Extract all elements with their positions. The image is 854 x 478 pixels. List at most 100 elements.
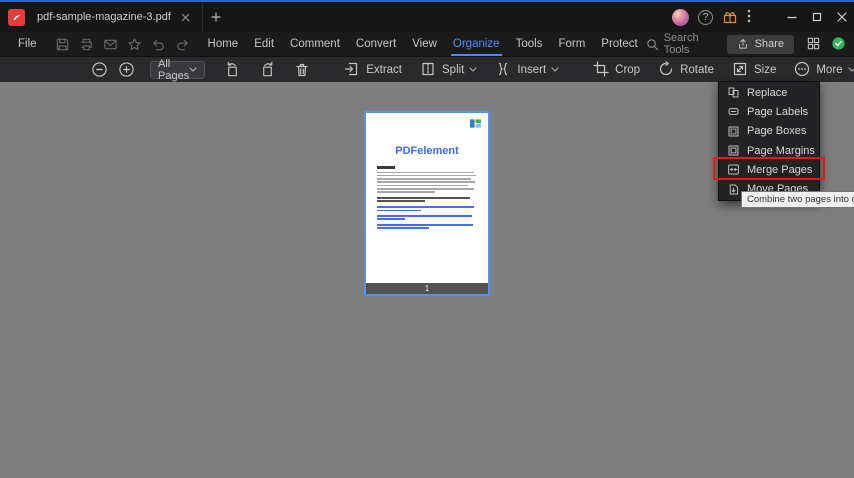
document-canvas[interactable]: PDFelement 1 Replace Page Labels Page Bo… <box>0 81 854 478</box>
move-pages-icon <box>727 183 740 196</box>
annotation-highlight-box <box>713 157 825 180</box>
extract-label: Extract <box>366 63 402 76</box>
menu-item-form[interactable]: Form <box>550 33 593 56</box>
chevron-down-icon <box>847 67 854 72</box>
page-margins-icon <box>727 144 740 157</box>
extract-icon <box>344 61 361 78</box>
menu-item-comment[interactable]: Comment <box>282 33 348 56</box>
size-label: Size <box>753 63 777 76</box>
menu-item-view[interactable]: View <box>404 33 445 56</box>
page-logo-icon <box>470 119 481 128</box>
app-logo-icon <box>8 8 25 26</box>
replace-icon <box>727 86 740 99</box>
kebab-menu-icon[interactable] <box>747 9 763 25</box>
window-controls <box>779 2 854 32</box>
crop-label: Crop <box>615 63 641 76</box>
print-icon[interactable] <box>79 37 94 52</box>
rotate-left-button[interactable] <box>224 61 241 78</box>
size-icon <box>732 61 749 78</box>
page-number-bar: 1 <box>366 283 488 294</box>
extract-button[interactable]: Extract <box>344 61 402 78</box>
more-dropdown-menu: Replace Page Labels Page Boxes Page Marg… <box>718 81 820 201</box>
search-icon <box>646 38 659 51</box>
split-label: Split <box>442 63 465 76</box>
zoom-out-button[interactable] <box>91 61 108 78</box>
search-tools[interactable]: Search Tools <box>646 32 699 56</box>
rotate-button[interactable]: Rotate <box>658 61 714 78</box>
titlebar-right: ? <box>672 2 854 32</box>
crop-icon <box>593 61 610 78</box>
rotate-right-button[interactable] <box>259 61 276 78</box>
tooltip: Combine two pages into one, <box>741 191 854 208</box>
minimize-button[interactable] <box>779 2 804 32</box>
page-range-select[interactable]: All Pages <box>150 57 206 82</box>
more-icon <box>794 61 811 78</box>
page-text-placeholder <box>377 166 477 229</box>
new-tab-button[interactable] <box>203 4 229 30</box>
page-boxes-icon <box>727 125 740 138</box>
user-avatar[interactable] <box>672 8 689 26</box>
more-label: More <box>816 63 843 76</box>
menu-item-label: Page Labels <box>747 105 809 118</box>
file-menu[interactable]: File <box>6 33 49 56</box>
delete-page-button[interactable] <box>294 61 310 78</box>
zoom-in-button[interactable] <box>118 61 135 78</box>
star-icon[interactable] <box>127 37 142 52</box>
menubar-right-icons <box>806 36 854 52</box>
menu-item-organize[interactable]: Organize <box>445 33 508 56</box>
menubar: File Home Edit Comment Convert View Orga… <box>0 32 854 57</box>
tab-close-icon[interactable] <box>180 11 192 23</box>
split-icon <box>420 61 437 78</box>
menu-item-home[interactable]: Home <box>200 33 247 56</box>
close-button[interactable] <box>829 2 854 32</box>
search-label: Search Tools <box>663 32 699 56</box>
redo-icon[interactable] <box>175 37 190 52</box>
size-button[interactable]: Size <box>732 61 776 78</box>
save-icon[interactable] <box>55 37 70 52</box>
page-title: PDFelement <box>395 145 459 157</box>
chevron-down-icon <box>189 67 197 72</box>
menu-tabs: Home Edit Comment Convert View Organize … <box>200 33 646 56</box>
organize-toolbar: All Pages Extract Split Insert Crop Rota… <box>0 57 854 82</box>
menu-item-label: Page Boxes <box>747 125 807 138</box>
chevron-down-icon <box>469 67 477 72</box>
page-range-value: All Pages <box>158 57 190 82</box>
share-button[interactable]: Share <box>726 34 794 54</box>
grid-view-icon[interactable] <box>806 36 822 52</box>
page-labels-icon <box>727 105 740 118</box>
chevron-down-icon <box>551 67 559 72</box>
undo-icon[interactable] <box>151 37 166 52</box>
menu-item-protect[interactable]: Protect <box>593 33 645 56</box>
insert-icon <box>495 61 512 78</box>
menu-item-edit[interactable]: Edit <box>246 33 282 56</box>
rotate-icon <box>658 61 675 78</box>
document-tab[interactable]: pdf-sample-magazine-3.pdf <box>25 2 203 32</box>
mail-icon[interactable] <box>103 37 118 52</box>
maximize-button[interactable] <box>804 2 829 32</box>
crop-button[interactable]: Crop <box>593 61 640 78</box>
insert-label: Insert <box>517 63 547 76</box>
menu-item-replace[interactable]: Replace <box>719 83 819 102</box>
quick-access-toolbar <box>55 37 190 52</box>
gift-icon[interactable] <box>722 9 738 25</box>
split-button[interactable]: Split <box>420 61 477 78</box>
menu-item-convert[interactable]: Convert <box>348 33 404 56</box>
insert-button[interactable]: Insert <box>495 61 559 78</box>
rotate-label: Rotate <box>680 63 714 76</box>
titlebar: pdf-sample-magazine-3.pdf ? <box>0 2 854 32</box>
tab-title: pdf-sample-magazine-3.pdf <box>37 11 171 23</box>
menu-item-page-labels[interactable]: Page Labels <box>719 102 819 121</box>
menu-item-page-boxes[interactable]: Page Boxes <box>719 122 819 141</box>
menu-item-label: Replace <box>747 86 788 99</box>
pdf-page-thumbnail[interactable]: PDFelement 1 <box>364 111 490 296</box>
menu-item-label: Page Margins <box>747 144 815 157</box>
pdf-page-content: PDFelement <box>366 113 488 294</box>
share-label: Share <box>754 38 784 50</box>
app-window: pdf-sample-magazine-3.pdf ? File Home Ed… <box>0 0 854 478</box>
menu-item-tools[interactable]: Tools <box>508 33 551 56</box>
share-icon <box>737 38 749 50</box>
status-check-icon[interactable] <box>831 36 847 52</box>
more-button[interactable]: More <box>794 61 854 78</box>
question-icon: ? <box>702 11 709 23</box>
help-button[interactable]: ? <box>698 9 713 25</box>
